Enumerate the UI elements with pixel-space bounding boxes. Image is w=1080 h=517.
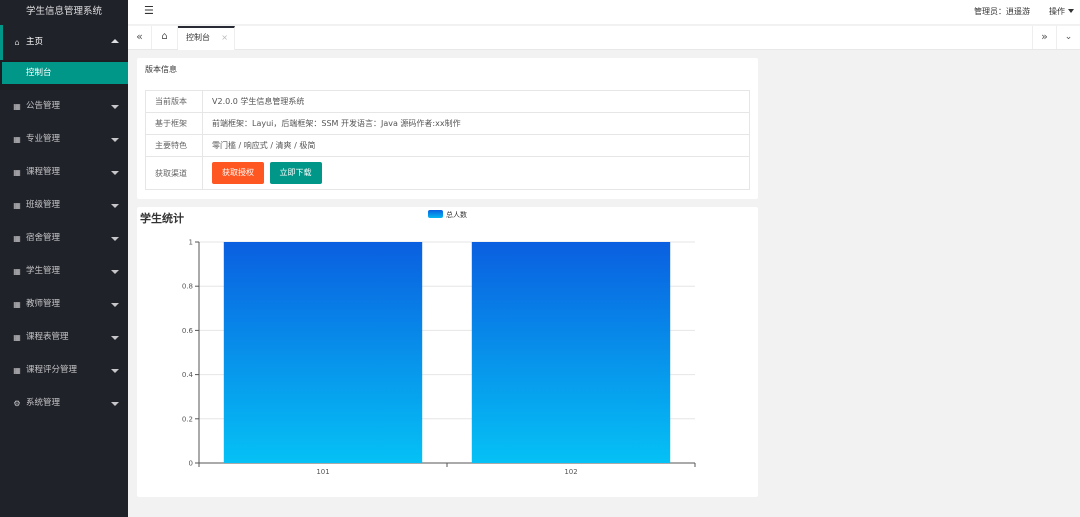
tab-bar: « ⌂ 控制台 × » ⌄ xyxy=(128,26,1080,50)
sidebar-item-label: 课程管理 xyxy=(26,167,61,177)
y-tick-label: 0.2 xyxy=(182,415,193,423)
sidebar-item-label: 课程评分管理 xyxy=(26,365,78,375)
app-title: 学生信息管理系统 xyxy=(0,0,128,25)
x-tick-label: 101 xyxy=(316,468,329,476)
y-tick-label: 0.8 xyxy=(182,283,193,291)
sidebar-item-grading[interactable]: ▦ 课程评分管理 xyxy=(0,354,128,387)
sidebar-item-label: 学生管理 xyxy=(26,266,61,276)
version-card: 版本信息 当前版本 V2.0.0 学生信息管理系统 基于框架 前端框架：Layu… xyxy=(137,58,758,199)
tabs-next-icon[interactable]: » xyxy=(1032,26,1056,49)
grid-icon: ▦ xyxy=(13,267,21,276)
row-value: 零门槛 / 响应式 / 清爽 / 极简 xyxy=(202,134,750,157)
y-tick-label: 0 xyxy=(189,460,193,468)
grid-icon: ▦ xyxy=(13,102,21,111)
sidebar-item-student[interactable]: ▦ 学生管理 xyxy=(0,255,128,288)
sidebar-item-label: 系统管理 xyxy=(26,398,61,408)
chevron-down-icon xyxy=(111,336,119,340)
legend-label: 总人数 xyxy=(446,211,467,219)
download-button[interactable]: 立即下载 xyxy=(269,162,322,184)
version-table: 当前版本 V2.0.0 学生信息管理系统 基于框架 前端框架：Layui，后端框… xyxy=(145,90,750,190)
grid-icon: ▦ xyxy=(13,333,21,342)
sidebar-item-course[interactable]: ▦ 课程管理 xyxy=(0,156,128,189)
table-row: 主要特色 零门槛 / 响应式 / 清爽 / 极简 xyxy=(145,134,750,157)
table-row: 当前版本 V2.0.0 学生信息管理系统 xyxy=(145,90,750,113)
y-tick-label: 1 xyxy=(189,239,193,247)
tabs-prev-icon[interactable]: « xyxy=(128,26,152,49)
row-key: 主要特色 xyxy=(145,134,203,157)
tabs-menu-chevron-icon[interactable]: ⌄ xyxy=(1056,26,1080,49)
sidebar-item-label: 宿舍管理 xyxy=(26,233,61,243)
operations-menu[interactable]: 操作 xyxy=(1049,6,1074,17)
admin-name[interactable]: 管理员：逍遥游 xyxy=(974,6,1030,17)
chevron-down-icon xyxy=(111,171,119,175)
chevron-up-icon xyxy=(111,39,119,43)
grid-icon: ▦ xyxy=(13,234,21,243)
y-tick-label: 0.6 xyxy=(182,327,194,335)
row-key: 获取渠道 xyxy=(145,156,203,190)
table-row: 获取渠道 获取授权 立即下载 xyxy=(145,156,750,190)
chevron-down-icon xyxy=(111,369,119,373)
chevron-down-icon xyxy=(111,303,119,307)
row-key: 当前版本 xyxy=(145,90,203,113)
grid-icon: ▦ xyxy=(13,135,21,144)
chart-title: 学生统计 xyxy=(140,212,184,225)
grid-icon: ▦ xyxy=(13,168,21,177)
chevron-down-icon xyxy=(111,237,119,241)
side-menu: ⌂ 主页 控制台 ▦ 公告管理 ▦ 专业管理 ▦ 课程管理 ▦ 班级管理 ▦ 宿… xyxy=(0,25,128,420)
tab-console[interactable]: 控制台 × xyxy=(178,26,235,50)
home-icon: ⌂ xyxy=(14,38,20,47)
get-license-button[interactable]: 获取授权 xyxy=(212,162,264,184)
sidebar-item-class[interactable]: ▦ 班级管理 xyxy=(0,189,128,222)
close-icon[interactable]: × xyxy=(221,28,228,48)
row-key: 基于框架 xyxy=(145,112,203,135)
chevron-down-icon xyxy=(111,105,119,109)
grid-icon: ▦ xyxy=(13,366,21,375)
row-value: 获取授权 立即下载 xyxy=(202,156,750,190)
sidebar: 学生信息管理系统 ⌂ 主页 控制台 ▦ 公告管理 ▦ 专业管理 ▦ 课程管理 ▦… xyxy=(0,0,128,517)
grid-icon: ▦ xyxy=(13,300,21,309)
sidebar-item-label: 课程表管理 xyxy=(26,332,69,342)
chevron-down-icon xyxy=(111,204,119,208)
caret-down-icon xyxy=(1068,9,1074,13)
legend-swatch xyxy=(428,210,443,218)
sidebar-item-label: 公告管理 xyxy=(26,101,61,111)
sidebar-item-label: 专业管理 xyxy=(26,134,61,144)
sidebar-item-label: 主页 xyxy=(26,37,44,47)
row-value: V2.0.0 学生信息管理系统 xyxy=(202,90,750,113)
chevron-down-icon xyxy=(111,402,119,406)
sidebar-item-system[interactable]: ⚙ 系统管理 xyxy=(0,387,128,420)
tab-label: 控制台 xyxy=(186,33,210,42)
sidebar-item-label: 班级管理 xyxy=(26,200,61,210)
sidebar-item-dorm[interactable]: ▦ 宿舍管理 xyxy=(0,222,128,255)
table-row: 基于框架 前端框架：Layui，后端框架：SSM 开发语言：Java 源码作者:… xyxy=(145,112,750,135)
sidebar-item-teacher[interactable]: ▦ 教师管理 xyxy=(0,288,128,321)
chart-bar xyxy=(223,242,423,463)
x-tick-label: 102 xyxy=(564,468,577,476)
grid-icon: ▦ xyxy=(13,201,21,210)
chevron-down-icon xyxy=(111,138,119,142)
menu-collapse-icon[interactable]: ☰ xyxy=(144,4,154,17)
row-value: 前端框架：Layui，后端框架：SSM 开发语言：Java 源码作者:xx制作 xyxy=(202,112,750,135)
top-header: ☰ 管理员：逍遥游 操作 xyxy=(128,0,1080,25)
sidebar-item-major[interactable]: ▦ 专业管理 xyxy=(0,123,128,156)
student-stats-chart: 0 0.2 0.4 0.6 0.8 1 101 102 xyxy=(182,239,696,476)
version-card-title: 版本信息 xyxy=(145,65,177,74)
operations-label: 操作 xyxy=(1049,7,1065,16)
student-stats-card: 0 0.2 0.4 0.6 0.8 1 101 102 学生统计 总人数 xyxy=(137,207,758,497)
sidebar-item-timetable[interactable]: ▦ 课程表管理 xyxy=(0,321,128,354)
tab-home-icon[interactable]: ⌂ xyxy=(152,26,178,49)
sidebar-item-home[interactable]: ⌂ 主页 xyxy=(0,25,128,60)
chart-legend[interactable]: 总人数 xyxy=(428,210,467,220)
sidebar-item-label: 教师管理 xyxy=(26,299,61,309)
sidebar-subitem-console[interactable]: 控制台 xyxy=(2,62,128,84)
sidebar-item-notice[interactable]: ▦ 公告管理 xyxy=(0,90,128,123)
y-tick-label: 0.4 xyxy=(182,371,194,379)
gear-icon: ⚙ xyxy=(13,399,21,408)
sidebar-submenu-home: 控制台 xyxy=(0,60,128,90)
chevron-down-icon xyxy=(111,270,119,274)
chart-bar xyxy=(471,242,671,463)
